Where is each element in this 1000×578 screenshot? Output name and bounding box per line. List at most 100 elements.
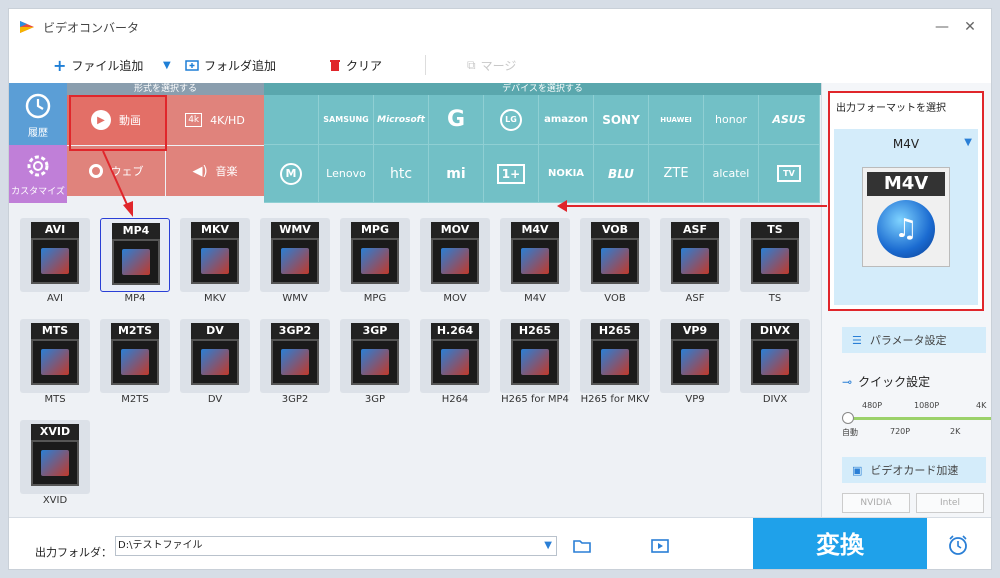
device-nokia[interactable]: NOKIA [539, 145, 594, 203]
device-honor[interactable]: honor [704, 95, 759, 145]
customize-tab[interactable]: カスタマイズ [9, 145, 67, 203]
device-blu[interactable]: BLU [594, 145, 649, 203]
history-tab[interactable]: 履歴 [9, 83, 67, 145]
quality-slider-track[interactable] [844, 417, 991, 420]
bottom-bar: 出力フォルダ： D:\テストファイル ▼ 変換 [9, 517, 991, 569]
format-label: 3GP [364, 394, 386, 405]
format-item-divx[interactable]: DIVX DIVX [739, 314, 811, 408]
window-title: ビデオコンバータ [43, 21, 140, 35]
format-badge: WMV [271, 222, 319, 238]
nvidia-button[interactable]: NVIDIA [842, 493, 910, 513]
device-microsoft[interactable]: Microsoft [374, 95, 429, 145]
format-badge: VOB [591, 222, 639, 238]
device-zte[interactable]: ZTE [649, 145, 704, 203]
video-format-icon: XVID [20, 420, 90, 494]
parameter-settings-button[interactable]: ☰ パラメータ設定 [842, 327, 986, 353]
music-format-tab[interactable]: ◀) 音楽 [166, 146, 264, 196]
device-sony[interactable]: SONY [594, 95, 649, 145]
device-google[interactable]: G [429, 95, 484, 145]
toolbar: + ファイル追加 ▼ フォルダ追加 クリア ⧉ マージ [9, 47, 991, 83]
add-file-dropdown[interactable]: ▼ [163, 55, 171, 75]
format-item-mov[interactable]: MOV MOV [419, 213, 491, 307]
film-icon [511, 339, 559, 385]
format-item-wmv[interactable]: WMV WMV [259, 213, 331, 307]
format-label: AVI [47, 293, 63, 304]
minimize-button[interactable]: — [929, 15, 955, 39]
format-item-mts[interactable]: MTS MTS [19, 314, 91, 408]
slider-tick-720p: 720P [890, 427, 911, 436]
device-amazon[interactable]: amazon [539, 95, 594, 145]
merge-button[interactable]: ⧉ マージ [467, 55, 516, 75]
format-item-3gp2[interactable]: 3GP2 3GP2 [259, 314, 331, 408]
trash-icon [330, 60, 340, 71]
video-format-icon: MP4 [100, 218, 170, 292]
format-item-m2ts[interactable]: M2TS M2TS [99, 314, 171, 408]
quick-settings-label: ⊸ クイック設定 [842, 374, 931, 390]
device-lg[interactable]: LG [484, 95, 539, 145]
format-item-mp4[interactable]: MP4 MP4 [99, 213, 171, 307]
device-tv[interactable]: TV [759, 145, 820, 203]
title-bar: ビデオコンバータ — ✕ [9, 9, 991, 47]
format-item-xvid[interactable]: XVID XVID [19, 415, 91, 509]
film-icon [191, 238, 239, 284]
motorola-icon: M [280, 162, 302, 185]
device-samsung[interactable]: SAMSUNG [319, 95, 374, 145]
format-item-h264[interactable]: H.264 H264 [419, 314, 491, 408]
device-apple[interactable] [264, 95, 319, 145]
format-label: MKV [203, 293, 227, 304]
film-icon [31, 339, 79, 385]
intel-button[interactable]: Intel [916, 493, 984, 513]
slider-tick-480p: 480P [862, 401, 883, 410]
slider-tick-2k: 2K [950, 427, 961, 436]
device-motorola[interactable]: M [264, 145, 319, 203]
format-item-avi[interactable]: AVI AVI [19, 213, 91, 307]
device-alcatel[interactable]: alcatel [704, 145, 759, 203]
format-badge: 3GP [351, 323, 399, 339]
format-item-h265-for-mp4[interactable]: H265 H265 for MP4 [499, 314, 571, 408]
gpu-acceleration-button[interactable]: ▣ ビデオカード加速 [842, 457, 986, 483]
device-huawei[interactable]: HUAWEI [649, 95, 704, 145]
video-format-icon: 3GP2 [260, 319, 330, 393]
video-format-icon: H265 [500, 319, 570, 393]
convert-button[interactable]: 変換 [753, 518, 927, 569]
format-item-mkv[interactable]: MKV MKV [179, 213, 251, 307]
format-badge: TS [751, 222, 799, 238]
device-lenovo[interactable]: Lenovo [319, 145, 374, 203]
add-folder-button[interactable]: フォルダ追加 [185, 55, 276, 75]
slider-tick-4k: 4K [976, 401, 987, 410]
format-item-m4v[interactable]: M4V M4V [499, 213, 571, 307]
device-asus[interactable]: ASUS [759, 95, 820, 145]
format-section-header: 形式を選択する [67, 83, 264, 95]
video-format-icon: ASF [660, 218, 730, 292]
device-htc[interactable]: htc [374, 145, 429, 203]
film-icon [112, 239, 160, 285]
format-item-ts[interactable]: TS TS [739, 213, 811, 307]
format-item-3gp[interactable]: 3GP 3GP [339, 314, 411, 408]
quality-slider-knob[interactable] [842, 412, 854, 424]
close-button[interactable]: ✕ [957, 15, 983, 39]
format-item-asf[interactable]: ASF ASF [659, 213, 731, 307]
slider-icon: ⊸ [842, 374, 853, 389]
format-item-h265-for-mkv[interactable]: H265 H265 for MKV [579, 314, 651, 408]
format-label: XVID [42, 495, 68, 506]
add-file-button[interactable]: + ファイル追加 [53, 55, 143, 75]
clear-button[interactable]: クリア [329, 55, 382, 75]
annotation-arrowhead [557, 200, 567, 212]
device-xiaomi[interactable]: mi [429, 145, 484, 203]
format-label: WMV [282, 293, 308, 304]
device-oneplus[interactable]: 1+ [484, 145, 539, 203]
gear-icon [27, 155, 49, 177]
video-format-icon: DIVX [740, 319, 810, 393]
format-item-mpg[interactable]: MPG MPG [339, 213, 411, 307]
4k-hd-format-tab[interactable]: 4k 4K/HD [166, 95, 264, 145]
folder-icon[interactable] [573, 538, 591, 554]
format-item-dv[interactable]: DV DV [179, 314, 251, 408]
format-item-vp9[interactable]: VP9 VP9 [659, 314, 731, 408]
film-icon [111, 339, 159, 385]
output-folder-field[interactable]: D:\テストファイル ▼ [115, 536, 557, 556]
output-format-card[interactable]: M4V ▼ M4V ♫ [834, 129, 978, 305]
alarm-clock-icon[interactable] [947, 534, 969, 556]
format-item-vob[interactable]: VOB VOB [579, 213, 651, 307]
video-folder-icon[interactable] [651, 538, 669, 554]
speaker-icon: ◀) [192, 163, 208, 179]
